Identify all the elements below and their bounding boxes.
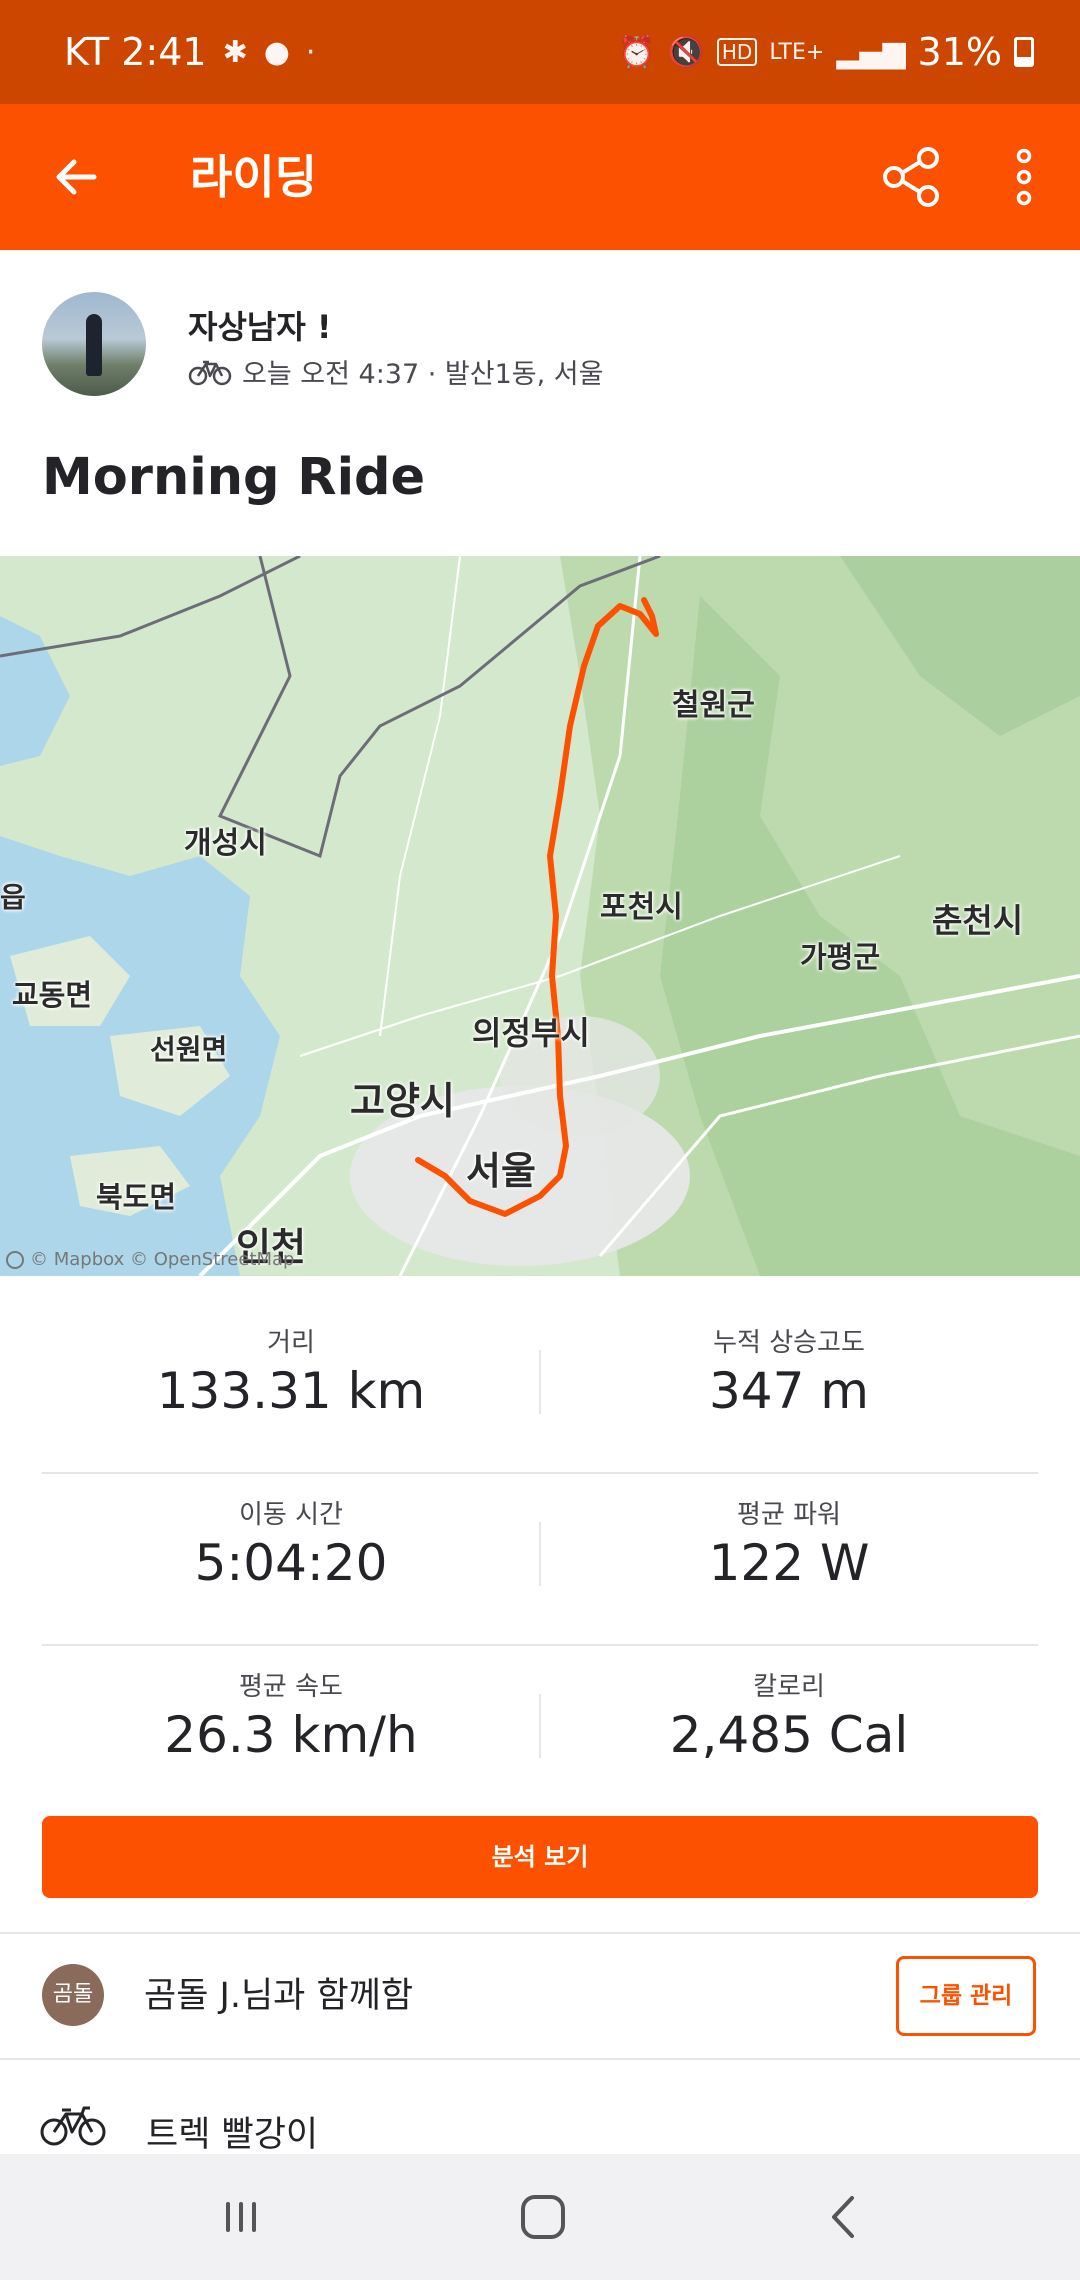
recents-icon[interactable] — [206, 2184, 276, 2250]
activity-title: Morning Ride — [42, 448, 426, 507]
stat-value: 347 m — [708, 1362, 870, 1420]
network-label: LTE+ — [769, 39, 825, 65]
mapbox-logo-icon — [6, 1250, 24, 1269]
stat-moving-time: 이동 시간 5:04:20 — [42, 1474, 540, 1644]
group-text[interactable]: 곰돌 J.님과 함께함 — [144, 1934, 413, 2058]
stat-avg-speed: 평균 속도 26.3 km/h — [42, 1646, 540, 1816]
bluetooth-icon: ✱ — [222, 34, 248, 70]
map-label-eup: 읍 — [0, 881, 26, 914]
stat-label: 거리 — [267, 1328, 315, 1358]
share-icon[interactable] — [878, 144, 944, 210]
stat-value: 5:04:20 — [194, 1534, 388, 1592]
stat-row: 이동 시간 5:04:20 평균 파워 122 W — [42, 1474, 1038, 1646]
stat-label: 칼로리 — [753, 1672, 825, 1702]
stat-calories: 칼로리 2,485 Cal — [540, 1646, 1038, 1816]
stats-grid: 거리 133.31 km 누적 상승고도 347 m 이동 시간 5:04:20… — [42, 1302, 1038, 1816]
map-attribution[interactable]: © Mapbox © OpenStreetMap — [6, 1249, 294, 1270]
map-label-bukdo: 북도면 — [96, 1180, 177, 1214]
map-label-gapyeong: 가평군 — [800, 940, 881, 974]
activity-meta-text: 오늘 오전 4:37 · 발산1동, 서울 — [242, 359, 604, 390]
attribution-text: © Mapbox © OpenStreetMap — [30, 1249, 295, 1270]
stat-value: 133.31 km — [156, 1362, 426, 1420]
stat-elevation-gain: 누적 상승고도 347 m — [540, 1302, 1038, 1472]
stat-row: 평균 속도 26.3 km/h 칼로리 2,485 Cal — [42, 1646, 1038, 1816]
stat-value: 26.3 km/h — [164, 1706, 418, 1764]
gear-name[interactable]: 트렉 빨강이 — [146, 2106, 318, 2157]
stat-label: 평균 파워 — [737, 1500, 841, 1530]
group-row[interactable]: 곰돌 곰돌 J.님과 함께함 그룹 관리 — [0, 1934, 1080, 2058]
athlete-header: 자상남자 ! 오늘 오전 4:37 · 발산1동, 서울 — [0, 252, 1080, 432]
hd-label: HD — [716, 38, 758, 66]
bike-icon — [40, 2106, 106, 2146]
back-chevron-icon[interactable] — [810, 2184, 880, 2250]
notification-icon: ● — [263, 34, 290, 70]
stat-value: 2,485 Cal — [669, 1706, 909, 1764]
signal-icon: ▂▄▆ — [836, 34, 906, 70]
view-analysis-button[interactable]: 분석 보기 — [42, 1816, 1038, 1898]
stat-row: 거리 133.31 km 누적 상승고도 347 m — [42, 1302, 1038, 1474]
alarm-icon: ⏰ — [618, 34, 656, 70]
map-label-seonwon: 선원면 — [150, 1033, 228, 1066]
dot-icon: · — [305, 34, 316, 70]
bike-icon — [188, 360, 232, 385]
status-bar: KT 2:41 ✱ ● · ⏰ 🔇 HD LTE+ ▂▄▆ 31% — [0, 0, 1080, 104]
avatar[interactable] — [42, 292, 146, 396]
map-label-goyang: 고양시 — [350, 1079, 455, 1123]
carrier-time: KT 2:41 — [64, 30, 207, 74]
stat-label: 평균 속도 — [239, 1672, 343, 1702]
page-title: 라이딩 — [190, 150, 317, 204]
system-nav-bar — [0, 2154, 1080, 2280]
gear-row[interactable]: 트렉 빨강이 — [0, 2060, 1080, 2156]
map-label-gyodong: 교동면 — [12, 978, 93, 1012]
map-label-pocheon: 포천시 — [600, 890, 683, 925]
more-vertical-icon[interactable] — [1000, 144, 1048, 210]
battery-icon — [1014, 37, 1034, 67]
stat-value: 122 W — [708, 1534, 870, 1592]
home-icon[interactable] — [508, 2184, 578, 2250]
battery-percent: 31% — [917, 30, 1002, 74]
map-label-cheorwon: 철원군 — [672, 688, 755, 723]
stat-label: 이동 시간 — [239, 1500, 343, 1530]
mute-icon: 🔇 — [667, 34, 705, 70]
manage-group-button[interactable]: 그룹 관리 — [896, 1956, 1036, 2036]
activity-meta: 오늘 오전 4:37 · 발산1동, 서울 — [188, 352, 603, 391]
map-label-seoul: 서울 — [466, 1149, 536, 1193]
arrow-left-icon[interactable] — [44, 144, 110, 210]
stat-avg-power: 평균 파워 122 W — [540, 1474, 1038, 1644]
group-avatar[interactable]: 곰돌 — [42, 1964, 104, 2026]
app-bar: 라이딩 — [0, 104, 1080, 250]
stat-distance: 거리 133.31 km — [42, 1302, 540, 1472]
map-label-gaeseong: 개성시 — [184, 826, 267, 861]
athlete-name[interactable]: 자상남자 ! — [188, 302, 332, 348]
route-map[interactable]: 철원군 개성시 포천시 춘천시 가평군 교동면 의정부시 선원면 고양시 서울 … — [0, 556, 1080, 1276]
stat-label: 누적 상승고도 — [713, 1328, 865, 1358]
map-label-uijeongbu: 의정부시 — [472, 1014, 590, 1052]
map-label-chuncheon: 춘천시 — [932, 901, 1024, 940]
